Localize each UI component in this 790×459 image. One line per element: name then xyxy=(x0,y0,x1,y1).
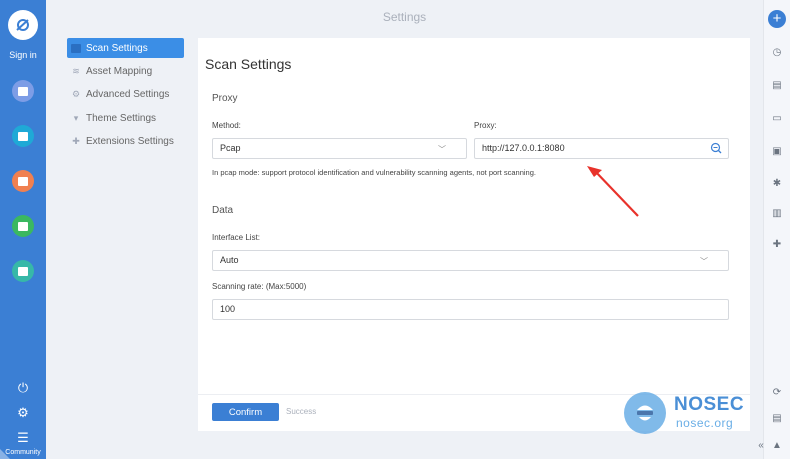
document-icon[interactable]: ▤ xyxy=(770,80,784,92)
corner-decoration xyxy=(0,449,10,459)
menu-item-asset-mapping[interactable]: ≋ Asset Mapping xyxy=(67,61,184,81)
proxy-section-heading: Proxy xyxy=(212,93,238,104)
monitor-icon[interactable]: ▭ xyxy=(770,113,784,125)
nav-list-button[interactable] xyxy=(12,125,34,147)
menu-icon[interactable]: ☰ xyxy=(15,430,31,446)
chevron-down-icon: ﹀ xyxy=(438,145,446,154)
chart-icon xyxy=(18,221,28,231)
method-label: Method: xyxy=(212,121,241,130)
interface-list-value: Auto xyxy=(220,255,239,265)
page-title: Scan Settings xyxy=(205,56,292,72)
nosec-watermark: NOSEC nosec.org xyxy=(624,390,744,438)
scanning-rate-value: 100 xyxy=(220,304,236,314)
menu-item-scan-settings[interactable]: Scan Settings xyxy=(67,38,184,58)
app-logo-icon[interactable] xyxy=(8,10,38,40)
menu-item-advanced-settings[interactable]: ⚙ Advanced Settings xyxy=(67,84,184,104)
nav-scan-button[interactable] xyxy=(12,80,34,102)
puzzle-icon xyxy=(18,266,28,276)
warning-icon[interactable]: ▲ xyxy=(770,440,784,452)
watermark-brand: NOSEC xyxy=(674,394,745,415)
chevron-down-icon: ﹀ xyxy=(700,257,708,266)
notes-icon[interactable]: ▤ xyxy=(770,413,784,425)
puzzle-icon: ✚ xyxy=(72,135,80,146)
method-value: Pcap xyxy=(220,143,241,153)
bar-chart-icon[interactable]: ▥ xyxy=(770,208,784,220)
nosec-logo-icon xyxy=(624,392,666,434)
annotation-arrow-icon xyxy=(587,166,639,217)
bug-icon[interactable]: ✱ xyxy=(770,178,784,190)
gear-icon: ⚙ xyxy=(71,88,81,99)
interface-list-select[interactable]: Auto ﹀ xyxy=(212,250,729,271)
data-section-heading: Data xyxy=(212,205,234,216)
right-toolbar: + ◷ ▤ ▭ ▣ ✱ ▥ ✚ ⟳ ▤ « ▲ xyxy=(758,0,790,459)
scan-icon xyxy=(71,43,81,53)
plugin-icon[interactable]: ✚ xyxy=(770,239,784,251)
proxy-value: http://127.0.0.1:8080 xyxy=(482,143,565,153)
layers-icon: ≋ xyxy=(72,65,80,76)
collapse-icon[interactable]: « xyxy=(754,440,768,452)
nav-chart-button[interactable] xyxy=(12,215,34,237)
menu-item-label: Advanced Settings xyxy=(86,88,170,100)
sign-in-link[interactable]: Sign in xyxy=(0,50,46,60)
scan-icon xyxy=(18,86,28,96)
method-select[interactable]: Pcap ﹀ xyxy=(212,138,467,159)
status-text: Success xyxy=(286,407,317,416)
list-icon xyxy=(18,131,28,141)
interface-list-label: Interface List: xyxy=(212,233,261,242)
window-title: Settings xyxy=(382,10,427,24)
nav-screen-button[interactable] xyxy=(12,170,34,192)
gear-icon[interactable]: ⚙ xyxy=(15,405,31,421)
proxy-input[interactable]: http://127.0.0.1:8080 xyxy=(474,138,729,159)
scanning-rate-input[interactable]: 100 xyxy=(212,299,729,320)
menu-item-label: Extensions Settings xyxy=(86,135,174,147)
scanning-rate-label: Scanning rate: (Max:5000) xyxy=(212,282,307,291)
settings-panel: Scan Settings Proxy Method: Pcap ﹀ Proxy… xyxy=(198,38,750,431)
clock-icon[interactable]: ◷ xyxy=(770,47,784,59)
proxy-label: Proxy: xyxy=(474,121,497,130)
menu-item-theme-settings[interactable]: ▾ Theme Settings xyxy=(67,108,184,128)
pcap-hint: In pcap mode: support protocol identific… xyxy=(212,168,536,177)
watermark-domain: nosec.org xyxy=(676,416,734,430)
shirt-icon: ▾ xyxy=(73,112,79,123)
menu-item-label: Asset Mapping xyxy=(86,65,153,77)
screen-icon xyxy=(18,176,28,186)
menu-item-extensions-settings[interactable]: ✚ Extensions Settings xyxy=(67,131,184,151)
ip-icon[interactable]: ▣ xyxy=(770,146,784,158)
left-sidebar: Sign in ⏻ ⚙ ☰ Community xyxy=(0,0,46,459)
search-icon[interactable] xyxy=(710,142,722,161)
add-icon[interactable]: + xyxy=(768,10,786,28)
nav-plugin-button[interactable] xyxy=(12,260,34,282)
refresh-icon[interactable]: ⟳ xyxy=(770,387,784,399)
confirm-button[interactable]: Confirm xyxy=(212,403,279,421)
power-icon[interactable]: ⏻ xyxy=(15,380,31,396)
menu-item-label: Scan Settings xyxy=(86,42,148,54)
menu-item-label: Theme Settings xyxy=(86,112,157,124)
